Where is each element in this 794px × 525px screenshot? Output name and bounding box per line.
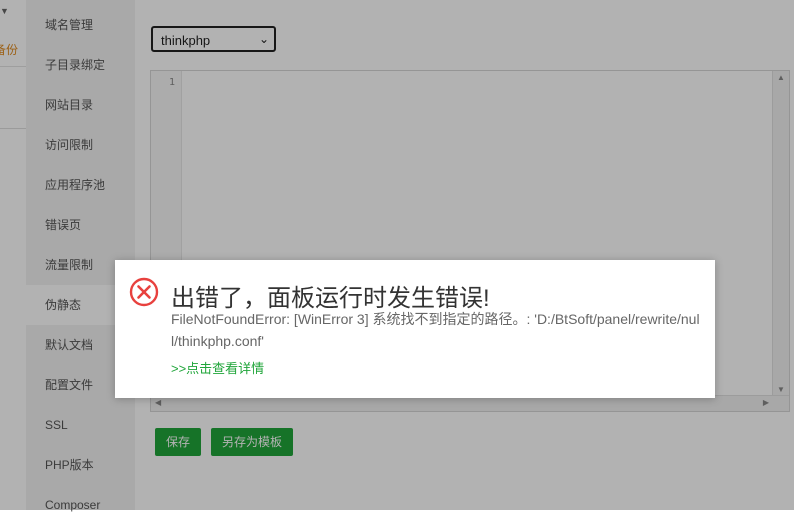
modal-overlay[interactable] [0,0,794,510]
error-circle-x-icon [129,277,159,307]
error-message: FileNotFoundError: [WinError 3] 系统找不到指定的… [171,311,700,349]
view-details-link[interactable]: >>点击查看详情 [171,358,264,377]
error-dialog: 出错了，面板运行时发生错误! FileNotFoundError: [WinEr… [115,260,715,398]
